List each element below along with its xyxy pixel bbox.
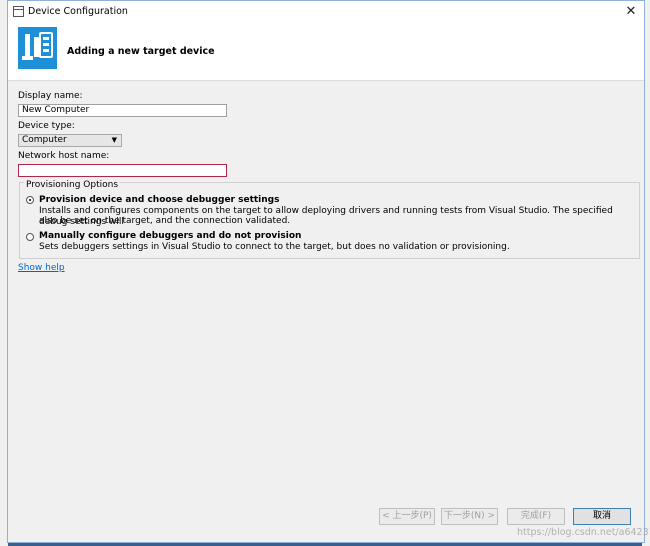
device-type-value: Computer <box>22 135 67 145</box>
device-type-label: Device type: <box>18 121 75 131</box>
close-button[interactable]: ✕ <box>622 3 640 21</box>
window-icon <box>13 6 24 17</box>
display-name-label: Display name: <box>18 91 83 101</box>
show-help-link[interactable]: Show help <box>18 263 65 273</box>
watermark-text: https://blog.csdn.net/a642313 <box>517 527 650 538</box>
next-button[interactable]: 下一步(N) > <box>441 508 498 525</box>
finish-button[interactable]: 完成(F) <box>507 508 565 525</box>
device-configuration-dialog: Device Configuration ✕ Adding a new targ… <box>7 0 645 543</box>
manual-config-radio[interactable] <box>26 233 34 241</box>
wizard-header: Adding a new target device <box>8 23 644 81</box>
chevron-down-icon: ▼ <box>111 136 117 144</box>
manual-config-option-title[interactable]: Manually configure debuggers and do not … <box>39 231 301 241</box>
device-type-select[interactable]: Computer ▼ <box>18 134 122 147</box>
cancel-button[interactable]: 取消 <box>573 508 631 525</box>
wizard-title: Adding a new target device <box>67 46 215 57</box>
provisioning-options-group: Provisioning Options Provision device an… <box>19 180 640 259</box>
network-host-label: Network host name: <box>18 151 110 161</box>
provisioning-group-title: Provisioning Options <box>24 180 121 190</box>
window-title: Device Configuration <box>28 6 128 17</box>
back-button[interactable]: < 上一步(P) <box>379 508 435 525</box>
display-name-field[interactable]: New Computer <box>18 104 227 117</box>
manual-config-option-desc: Sets debuggers settings in Visual Studio… <box>39 242 510 252</box>
provision-option-title[interactable]: Provision device and choose debugger set… <box>39 195 279 205</box>
network-host-field[interactable] <box>18 164 227 177</box>
title-bar: Device Configuration ✕ <box>8 1 644 23</box>
provision-option-desc-2: also be set on the target, and the conne… <box>39 216 291 226</box>
device-config-icon <box>18 27 57 69</box>
provision-radio[interactable] <box>26 196 34 204</box>
